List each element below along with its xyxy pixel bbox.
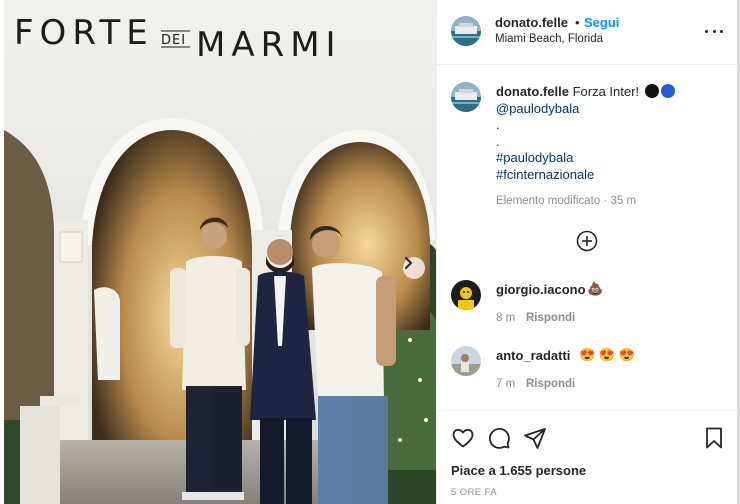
- comment-username[interactable]: anto_radatti: [496, 348, 570, 363]
- comment-time[interactable]: 8 m: [496, 312, 515, 324]
- post-header: donato.felle • Segui Miami Beach, Florid…: [437, 0, 738, 65]
- blue-circle-emoji-icon: [660, 84, 675, 98]
- caption-avatar[interactable]: [451, 82, 481, 112]
- post-side-panel: donato.felle • Segui Miami Beach, Florid…: [436, 0, 740, 504]
- edited-label: Elemento modificato: [496, 195, 601, 207]
- like-button[interactable]: [451, 426, 475, 453]
- sign-text-right: MARMI: [196, 25, 342, 65]
- comment-button[interactable]: [487, 426, 511, 453]
- sign-text-mid: DEI: [161, 33, 186, 48]
- reply-button[interactable]: Rispondi: [526, 378, 575, 390]
- comment-username[interactable]: giorgio.iacono: [496, 282, 586, 297]
- more-horizontal-icon: [705, 29, 708, 33]
- meta-separator: ·: [603, 195, 608, 207]
- likes-count[interactable]: Piace a 1.655 persone: [451, 463, 586, 478]
- caption-username[interactable]: donato.felle: [496, 84, 569, 99]
- avatar[interactable]: [451, 16, 481, 46]
- comment-text: 😍 😍 😍: [579, 347, 635, 362]
- mention-link[interactable]: @paulodybala: [496, 101, 726, 118]
- more-options-button[interactable]: [705, 27, 723, 35]
- avatar[interactable]: [451, 280, 481, 310]
- caption-dot-line: .: [496, 133, 500, 149]
- hashtag-link[interactable]: #fcinternazionale: [496, 167, 726, 184]
- caption-dot-line: .: [496, 117, 500, 132]
- save-button[interactable]: [703, 426, 725, 453]
- bookmark-icon: [706, 427, 722, 449]
- share-icon: [524, 428, 546, 449]
- share-button[interactable]: [523, 426, 547, 453]
- black-circle-emoji-icon: [644, 84, 659, 98]
- avatar[interactable]: [451, 346, 481, 376]
- post-timestamp[interactable]: 5 ORE FA: [451, 487, 497, 498]
- caption-text: Forza Inter!: [572, 84, 640, 99]
- caption-time[interactable]: 35 m: [610, 195, 636, 207]
- comment-icon: [489, 428, 510, 449]
- follow-button[interactable]: Segui: [584, 15, 619, 30]
- caption-emoji: [644, 84, 675, 98]
- post-actions: Piace a 1.655 persone 5 ORE FA: [437, 410, 738, 504]
- comment-time[interactable]: 7 m: [496, 378, 515, 390]
- photo-scene: FORTE DEI MARMI: [0, 0, 436, 504]
- comment-text: 💩: [587, 281, 604, 296]
- load-more-comments-button[interactable]: [576, 230, 598, 252]
- post-author-username[interactable]: donato.felle: [495, 15, 568, 30]
- separator-dot: •: [575, 15, 580, 30]
- heart-icon: [452, 428, 474, 448]
- post-location[interactable]: Miami Beach, Florida: [495, 33, 603, 45]
- next-photo-button[interactable]: [403, 257, 425, 279]
- plus-circle-icon: [576, 230, 598, 252]
- hashtag-link[interactable]: #paulodybala: [496, 150, 726, 167]
- caption-meta: Elemento modificato · 35 m: [496, 195, 636, 207]
- post-caption: donato.felle Forza Inter! @paulodybala .…: [496, 84, 726, 183]
- reply-button[interactable]: Rispondi: [526, 312, 575, 324]
- sign-text-left: FORTE: [14, 13, 154, 53]
- chevron-right-icon: [405, 257, 413, 269]
- post-photo[interactable]: FORTE DEI MARMI: [0, 0, 436, 504]
